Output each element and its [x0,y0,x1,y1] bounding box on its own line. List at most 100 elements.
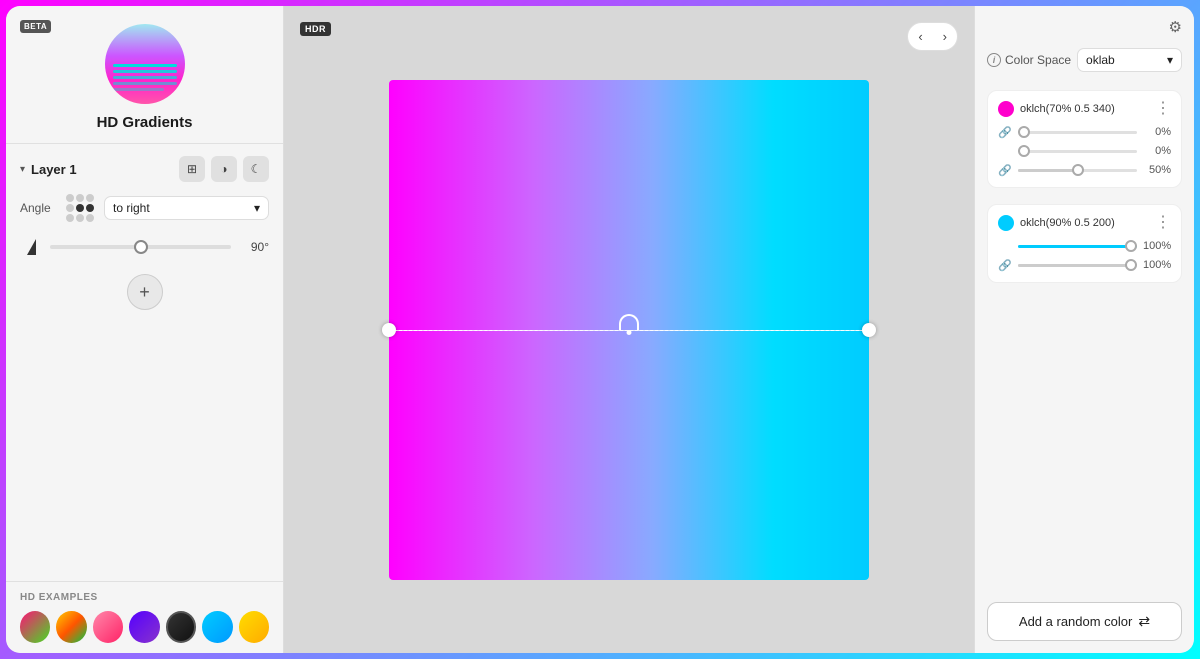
example-cyan[interactable] [202,611,232,643]
example-dark[interactable] [166,611,197,643]
direction-dots[interactable] [66,194,94,222]
logo-line-2 [113,70,177,73]
color-stop-1-more-button[interactable]: ⋮ [1155,101,1171,117]
color-stop-1-slider-3-track[interactable] [1018,169,1137,172]
beta-badge: BETA [20,20,51,33]
color-stop-1-slider-3-thumb[interactable] [1072,164,1084,176]
angle-direction-value: to right [113,201,150,215]
color-space-info-icon[interactable]: i [987,53,1001,67]
color-stop-2-slider-2-thumb[interactable] [1125,259,1137,271]
gradient-handle-mid-shape [619,314,639,330]
gradient-handle-mid[interactable] [619,314,639,330]
nav-next-button[interactable]: › [933,23,957,50]
sidebar: BETA HD Gradients ▾ Layer 1 [6,6,284,653]
examples-row [20,611,269,643]
dot-bc [76,214,84,222]
logo-line-1 [113,64,177,67]
angle-slider-track[interactable] [50,245,231,249]
color-space-label: i Color Space [987,53,1071,67]
gradient-canvas[interactable] [389,80,869,580]
layer-circle-button[interactable]: ◑ [211,156,237,182]
sidebar-header: BETA HD Gradients [6,6,283,144]
color-stop-2-label: oklch(90% 0.5 200) [1020,217,1149,229]
example-rainbow[interactable] [56,611,86,643]
link-icon-1: 🔗 [998,125,1012,139]
color-stop-2-slider-1-track[interactable] [1018,245,1137,248]
shuffle-icon: ⇄ [1138,613,1150,630]
example-purple[interactable] [129,611,159,643]
nav-arrows: ‹ › [907,22,958,51]
color-space-chevron: ▾ [1167,53,1173,67]
example-pink[interactable] [93,611,123,643]
color-stop-2-slider-1-value: 100% [1143,240,1171,252]
add-layer-button[interactable]: + [127,274,163,310]
color-stop-1-slider-3-row: 🔗 50% [998,163,1171,177]
color-stop-1-slider-1-track[interactable] [1018,131,1137,134]
dot-tc [76,194,84,202]
color-stop-2-slider-2-value: 100% [1143,259,1171,271]
color-stop-1-slider-2-row: 0% [998,144,1171,158]
color-stop-1-slider-2-track[interactable] [1018,150,1137,153]
sidebar-body: ▾ Layer 1 ⊞ ◑ ☾ Angle [6,144,283,581]
layer-title: Layer 1 [31,162,77,177]
app-logo [105,24,185,104]
link-icon-2 [998,144,1012,158]
color-stop-1-slider-1-thumb[interactable] [1018,126,1030,138]
layer-title-group: ▾ Layer 1 [20,162,77,177]
angle-label: Angle [20,201,58,215]
angle-row: Angle to right ▾ [20,194,269,222]
color-stop-1-card: oklch(70% 0.5 340) ⋮ 🔗 0% [987,90,1182,188]
color-stop-1-header: oklch(70% 0.5 340) ⋮ [998,101,1171,117]
color-stop-1-sliders: 🔗 0% 0% 🔗 [998,125,1171,177]
color-stop-1-slider-1-value: 0% [1143,126,1171,138]
color-stop-2-slider-1-thumb[interactable] [1125,240,1137,252]
app-title: HD Gradients [97,114,193,131]
gradient-handle-left[interactable] [382,323,396,337]
gradient-handle-mid-dot [627,330,632,335]
triangle-shape [27,239,36,255]
sidebar-footer: HD EXAMPLES [6,581,283,653]
color-stop-2-slider-2-track[interactable] [1018,264,1137,267]
add-random-color-button[interactable]: Add a random color ⇄ [987,602,1182,641]
color-stop-2-more-button[interactable]: ⋮ [1155,215,1171,231]
color-stop-1-swatch[interactable] [998,101,1014,117]
angle-slider-row: 90° [20,236,269,258]
right-panel: ⚙ i Color Space oklab ▾ oklch(70% 0.5 34… [974,6,1194,653]
color-space-row: i Color Space oklab ▾ [987,48,1182,72]
color-stop-2-swatch[interactable] [998,215,1014,231]
color-stop-2-slider-2-row: 🔗 100% [998,258,1171,272]
layer-collapse-icon[interactable]: ▾ [20,164,25,175]
logo-line-3 [113,76,177,79]
layer-icons: ⊞ ◑ ☾ [179,156,269,182]
color-space-text: Color Space [1005,53,1071,67]
link-icon-4 [998,239,1012,253]
angle-direction-select[interactable]: to right ▾ [104,196,269,220]
color-stop-1-label: oklch(70% 0.5 340) [1020,103,1149,115]
layer-grid-button[interactable]: ⊞ [179,156,205,182]
color-stop-2-slider-1-fill [1018,245,1137,248]
link-icon-3: 🔗 [998,163,1012,177]
angle-slider-thumb[interactable] [134,240,148,254]
color-stop-1-slider-2-thumb[interactable] [1018,145,1030,157]
angle-slider-value: 90° [239,240,269,254]
logo-line-4 [113,82,177,85]
layer-moon-button[interactable]: ☾ [243,156,269,182]
settings-button[interactable]: ⚙ [1169,18,1182,36]
color-space-select[interactable]: oklab ▾ [1077,48,1182,72]
dot-tl [66,194,74,202]
color-stop-2-slider-2-fill [1018,264,1137,267]
gradient-handle-right[interactable] [862,323,876,337]
slider-triangle-icon [20,236,42,258]
example-pink-green[interactable] [20,611,50,643]
color-stop-2-slider-1-row: 100% [998,239,1171,253]
dot-tr [86,194,94,202]
color-stop-1-slider-3-fill [1018,169,1078,172]
nav-prev-button[interactable]: ‹ [908,23,932,50]
hdr-badge: HDR [300,22,331,36]
color-stop-1-slider-3-value: 50% [1143,164,1171,176]
add-layer-btn-container: + [20,264,269,320]
layer-header: ▾ Layer 1 ⊞ ◑ ☾ [20,156,269,182]
example-yellow[interactable] [239,611,269,643]
dot-br [86,214,94,222]
app-container: BETA HD Gradients ▾ Layer 1 [6,6,1194,653]
